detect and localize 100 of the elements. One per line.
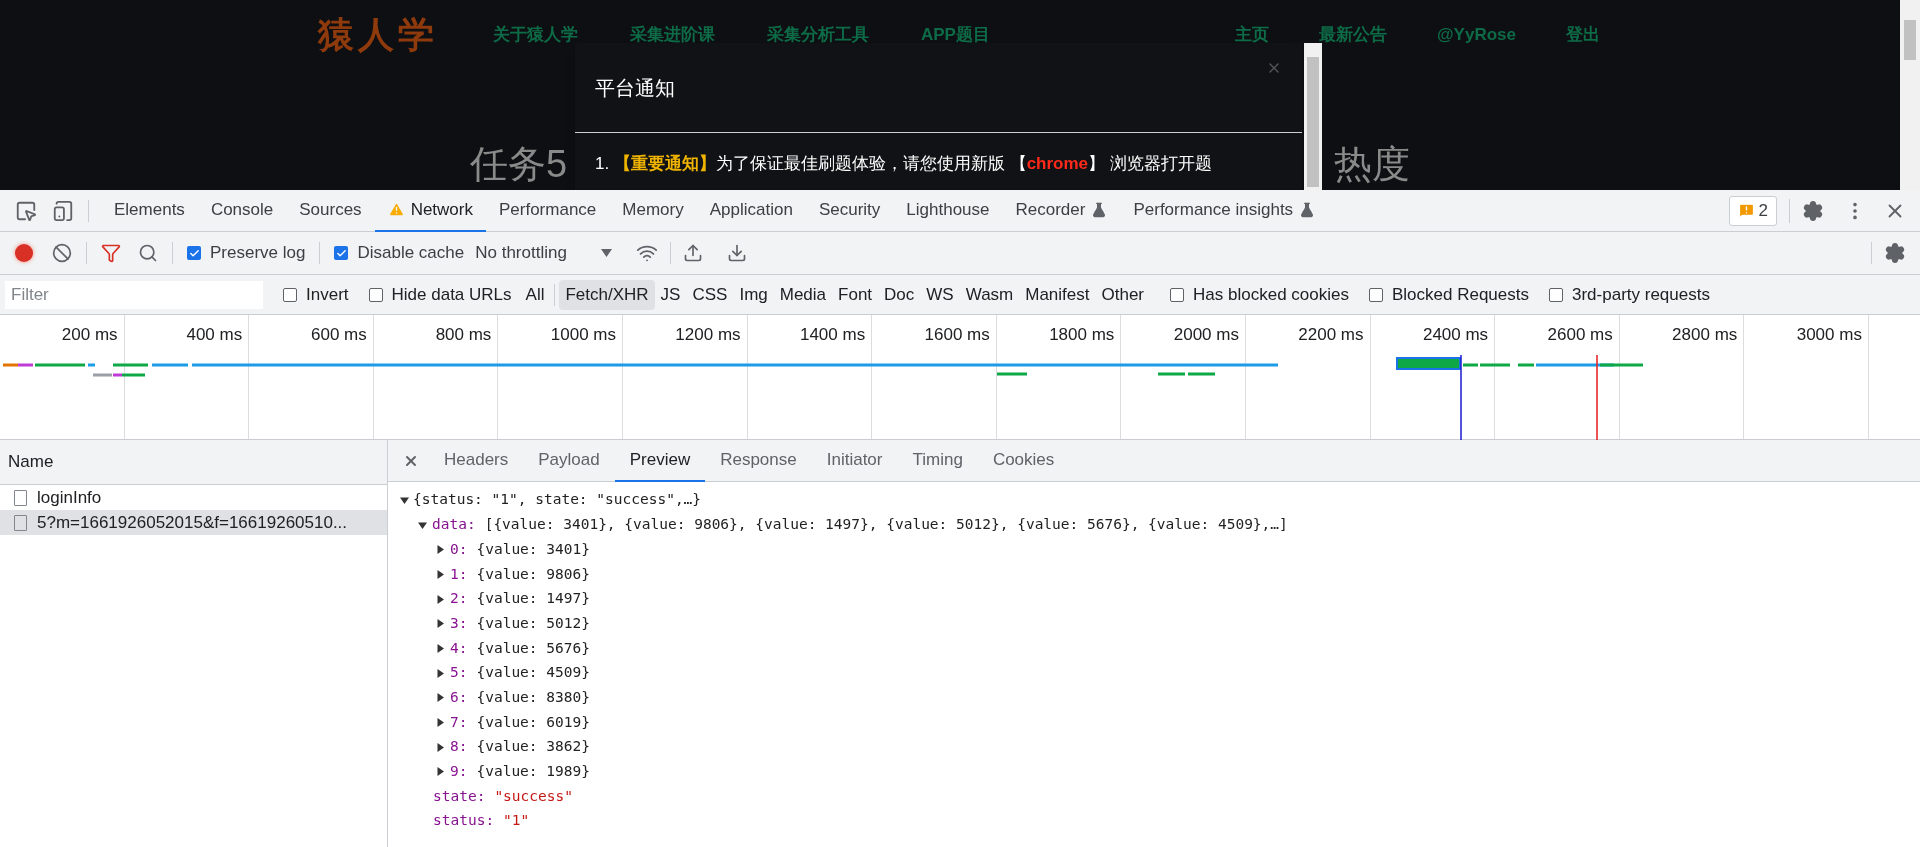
timeline-tick-label: 200 ms [61,324,118,344]
collapsed-caret-icon[interactable] [436,569,445,579]
devtools-tab[interactable]: Lighthouse [893,189,1003,232]
collapsed-caret-icon[interactable] [436,545,445,555]
flask-icon [1299,201,1316,218]
timeline-tick-label: 400 ms [186,324,243,344]
filter-input[interactable]: Filter [5,280,263,309]
devtools-tab[interactable]: Application [696,189,806,232]
type-filter-button[interactable]: WS [920,279,960,310]
type-filter-button[interactable]: Manifest [1019,279,1096,310]
object-summary: {status: "1", state: "success",…} [413,490,702,510]
timeline-tick-label: 800 ms [435,324,492,344]
checkbox[interactable] [1368,287,1383,302]
checkbox-label[interactable]: Hide data URLs [391,281,512,308]
column-header[interactable]: Name [8,449,54,475]
expanded-caret-icon[interactable] [418,520,427,530]
page-heading: 热度 [1334,142,1410,187]
record-button[interactable] [15,244,33,262]
property-key: state: [433,785,486,808]
type-filter-button[interactable]: CSS [686,279,734,310]
import-icon[interactable] [682,243,703,263]
type-filter-button[interactable]: Media [773,279,833,310]
document-icon [14,514,27,531]
property-summary: {value: 5676} [476,638,590,658]
property-key: 2: [450,588,468,610]
settings-icon[interactable] [1802,199,1824,222]
detail-tab[interactable]: Cookies [977,439,1070,482]
modal-title: 平台通知 [595,75,675,101]
checkbox[interactable] [1549,287,1563,302]
collapsed-caret-icon[interactable] [436,668,445,678]
checkbox[interactable] [334,246,349,260]
checkbox[interactable] [1170,287,1185,302]
property-key: 9: [450,761,468,783]
property-summary: {value: 5012} [476,613,590,633]
collapsed-caret-icon[interactable] [436,718,445,728]
type-filter-button[interactable]: Other [1095,279,1151,310]
request-row[interactable]: 5?m=1661926052015&f=16619260510... [0,510,387,535]
type-filter-button[interactable]: All [519,279,551,310]
type-filter-button[interactable]: Img [733,279,774,310]
timeline-tick-label: 1200 ms [675,324,741,344]
type-filter-button[interactable]: Wasm [959,279,1020,310]
collapsed-caret-icon[interactable] [436,643,445,653]
timeline-tick-label: 2200 ms [1298,324,1364,344]
issues-badge[interactable]: 2 [1728,195,1777,226]
property-key: data: [432,514,476,536]
request-row[interactable]: loginInfo [0,485,387,510]
type-filter-button[interactable]: JS [654,279,687,310]
checkbox[interactable] [187,246,201,260]
property-summary: {value: 8380} [476,687,590,707]
type-filter-button[interactable]: Doc [878,279,921,310]
devtools-tab[interactable]: Performance [486,189,610,232]
detail-tab[interactable]: Headers [429,439,524,482]
export-icon[interactable] [726,243,747,263]
collapsed-caret-icon[interactable] [436,693,445,703]
timeline-tick-label: 1000 ms [550,324,616,344]
timeline-tick-label: 2000 ms [1173,324,1239,344]
timeline-tick-label: 1400 ms [799,324,866,344]
search-icon[interactable] [138,243,158,263]
devtools-tab[interactable]: Elements [101,189,198,232]
filter-icon[interactable] [101,243,121,263]
timeline-tick-label: 2400 ms [1422,324,1489,344]
checkbox[interactable] [283,287,297,302]
collapsed-caret-icon[interactable] [436,594,445,604]
collapsed-caret-icon[interactable] [436,742,445,752]
devtools-tab[interactable]: Recorder [1002,189,1121,232]
timeline-tick-label: 1600 ms [924,324,990,344]
inspect-icon[interactable] [15,199,37,222]
timeline-tick-label: 3000 ms [1796,324,1862,344]
collapsed-caret-icon[interactable] [436,767,445,777]
collapsed-caret-icon[interactable] [436,619,445,629]
checkbox-label[interactable]: Disable cache [357,240,465,266]
checkbox-label[interactable]: Has blocked cookies [1193,281,1349,308]
checkbox-label[interactable]: Preserve log [210,240,306,266]
device-toolbar-icon[interactable] [52,199,74,222]
settings-icon[interactable] [1884,242,1906,264]
detail-tab[interactable]: Timing [897,439,978,482]
checkbox-label[interactable]: Invert [306,281,349,308]
type-filter-button[interactable]: Font [832,279,879,310]
detail-tab[interactable]: Preview [614,439,706,482]
checkbox[interactable] [368,287,383,302]
detail-tab[interactable]: Payload [523,439,615,482]
checkbox-label[interactable]: 3rd-party requests [1572,281,1710,308]
checkbox-label[interactable]: Blocked Requests [1391,281,1529,308]
devtools-tab[interactable]: Console [197,189,287,232]
expanded-caret-icon[interactable] [400,495,409,505]
property-key: 3: [450,612,468,635]
clear-icon[interactable] [52,243,72,263]
timeline-tick-label: 2800 ms [1672,324,1738,344]
type-filter-button[interactable]: Fetch/XHR [559,279,655,310]
devtools-tab[interactable]: Security [805,189,894,232]
detail-tab[interactable]: Initiator [811,439,898,482]
property-summary: {value: 3862} [476,737,590,757]
throttling-dropdown[interactable]: No throttling [475,240,612,266]
devtools-tab[interactable]: Performance insights [1120,189,1329,232]
property-key: 5: [450,662,468,685]
devtools-tab[interactable]: Memory [609,189,697,232]
timeline-tick-label: 600 ms [311,324,367,344]
devtools-tab[interactable]: Sources [286,189,375,232]
timeline-tick-label: 1800 ms [1049,324,1115,344]
detail-tab[interactable]: Response [705,439,812,482]
